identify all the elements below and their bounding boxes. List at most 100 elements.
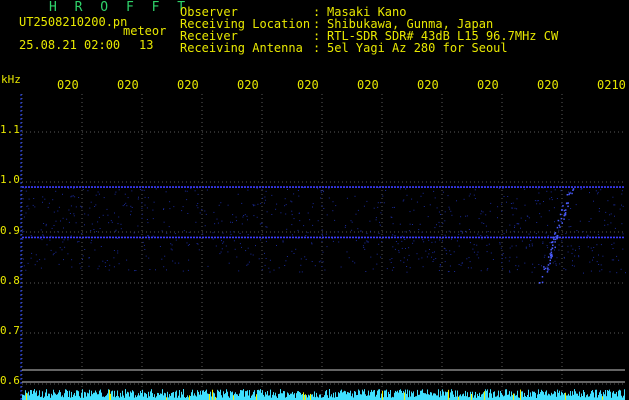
noise-bar <box>125 389 126 400</box>
noise-speckle <box>52 254 54 256</box>
noise-bar <box>330 396 331 400</box>
noise-speckle <box>474 198 476 199</box>
noise-speckle <box>466 215 468 217</box>
noise-speckle <box>187 213 189 214</box>
noise-speckle <box>95 204 97 206</box>
noise-speckle <box>501 210 503 212</box>
noise-bar <box>436 395 437 400</box>
noise-speckle <box>448 271 450 272</box>
noise-bar <box>235 392 236 400</box>
noise-speckle <box>59 247 61 249</box>
noise-speckle <box>351 221 353 223</box>
noise-speckle <box>88 265 90 267</box>
noise-speckle <box>45 225 47 227</box>
noise-speckle <box>70 205 72 207</box>
noise-bar <box>253 391 254 400</box>
noise-bar <box>249 390 250 400</box>
noise-speckle <box>197 243 199 245</box>
noise-speckle <box>285 204 287 206</box>
noise-speckle <box>498 187 500 189</box>
noise-speckle <box>398 251 400 253</box>
noise-speckle <box>297 190 299 191</box>
noise-speckle <box>335 205 337 207</box>
noise-speckle <box>618 259 620 261</box>
noise-speckle <box>90 201 92 203</box>
noise-speckle <box>607 224 609 226</box>
meteor-echo-dot <box>564 212 567 214</box>
noise-speckle <box>63 259 64 261</box>
noise-bar <box>574 389 575 400</box>
noise-speckle <box>124 204 125 206</box>
noise-bar <box>512 395 513 400</box>
noise-speckle <box>145 255 147 257</box>
noise-bar <box>365 394 366 400</box>
x-tick-label: 020 <box>57 78 79 92</box>
noise-speckle <box>469 242 471 244</box>
noise-bar <box>176 390 177 400</box>
noise-bar <box>237 394 238 400</box>
noise-speckle <box>403 261 405 263</box>
noise-speckle <box>290 200 292 202</box>
noise-speckle <box>305 258 307 260</box>
noise-speckle <box>622 248 624 250</box>
noise-bar <box>455 390 456 400</box>
noise-speckle <box>82 189 84 190</box>
noise-bar <box>58 392 59 400</box>
noise-speckle <box>137 198 139 200</box>
noise-speckle <box>531 271 533 273</box>
noise-speckle <box>23 258 24 260</box>
noise-speckle <box>321 266 323 268</box>
noise-bar <box>109 389 110 400</box>
noise-speckle <box>394 248 396 250</box>
noise-bar <box>615 393 616 400</box>
noise-bar <box>437 395 438 400</box>
noise-bar <box>432 395 433 400</box>
noise-speckle <box>216 218 218 220</box>
noise-speckle <box>357 228 359 230</box>
noise-bar <box>569 395 570 400</box>
noise-speckle <box>73 187 75 189</box>
noise-speckle <box>264 264 266 266</box>
noise-bar <box>305 394 306 400</box>
noise-bar <box>498 390 499 400</box>
noise-bar <box>81 392 82 400</box>
noise-bar <box>427 389 428 400</box>
noise-speckle <box>509 224 511 226</box>
noise-speckle <box>515 245 517 247</box>
noise-speckle <box>439 266 441 268</box>
noise-speckle <box>42 196 44 198</box>
noise-speckle <box>297 229 299 231</box>
noise-speckle <box>451 238 452 240</box>
noise-speckle <box>571 252 573 254</box>
noise-speckle <box>481 238 483 240</box>
noise-speckle <box>435 258 437 259</box>
noise-speckle <box>578 248 580 250</box>
noise-speckle <box>51 227 53 229</box>
noise-speckle <box>590 270 592 272</box>
noise-speckle <box>261 222 263 224</box>
noise-speckle <box>408 254 410 256</box>
noise-bar <box>133 391 134 400</box>
noise-bar <box>288 393 289 400</box>
noise-speckle <box>311 243 313 245</box>
noise-speckle <box>311 242 313 244</box>
noise-bar <box>148 391 149 400</box>
noise-bar <box>48 393 49 400</box>
noise-bar <box>541 389 542 400</box>
noise-bar <box>42 391 43 400</box>
noise-speckle <box>113 266 115 268</box>
noise-speckle <box>612 248 614 249</box>
noise-speckle <box>477 233 479 235</box>
noise-speckle <box>264 252 265 254</box>
noise-speckle <box>291 224 293 226</box>
noise-speckle <box>163 266 165 268</box>
noise-speckle <box>380 202 382 204</box>
noise-bar <box>543 392 544 400</box>
noise-bar <box>616 392 617 400</box>
noise-speckle <box>546 190 548 192</box>
noise-speckle <box>322 189 324 191</box>
noise-bar <box>418 394 419 400</box>
noise-speckle <box>141 189 143 191</box>
noise-bar <box>507 394 508 400</box>
noise-speckle <box>539 213 541 215</box>
